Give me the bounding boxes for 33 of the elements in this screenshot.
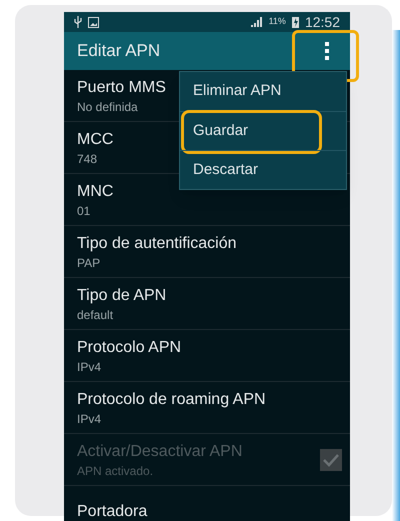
setting-summary: PAP xyxy=(77,254,100,270)
menu-item[interactable]: Guardar xyxy=(180,112,346,150)
battery-charging-icon xyxy=(292,16,299,28)
usb-icon xyxy=(74,16,82,28)
setting-title: Protocolo APN xyxy=(77,338,182,358)
setting-title: Portadora xyxy=(77,502,148,521)
more-icon xyxy=(325,42,329,60)
setting-title: Tipo de APN xyxy=(77,286,166,306)
setting-summary: IPv4 xyxy=(77,410,102,426)
setting-summary: No definida xyxy=(77,98,138,114)
setting-row[interactable]: Protocolo de roaming APN IPv4 xyxy=(64,382,350,434)
setting-summary: default xyxy=(77,306,114,322)
setting-title: Activar/Desactivar APN xyxy=(77,442,242,462)
screen-title: Editar APN xyxy=(77,40,162,62)
setting-row[interactable]: Tipo de APN default xyxy=(64,278,350,330)
setting-summary: 01 xyxy=(77,202,90,218)
setting-row[interactable]: Portadora xyxy=(64,486,350,521)
clock: 12:52 xyxy=(304,12,340,32)
image-icon xyxy=(88,16,99,28)
setting-summary: IPv4 xyxy=(77,358,102,374)
setting-title: Puerto MMS xyxy=(77,78,166,98)
setting-row[interactable]: Protocolo APN IPv4 xyxy=(64,330,350,382)
setting-title: Protocolo de roaming APN xyxy=(77,390,266,410)
battery-percent: 11% xyxy=(268,15,286,28)
setting-summary: APN activado. xyxy=(77,462,154,478)
setting-title: Tipo de autentificación xyxy=(77,234,237,254)
setting-row[interactable]: Tipo de autentificación PAP xyxy=(64,226,350,278)
signal-icon xyxy=(250,17,263,27)
setting-title: MCC xyxy=(77,130,114,150)
setting-title: MNC xyxy=(77,182,114,202)
setting-summary: 748 xyxy=(77,150,98,166)
menu-item[interactable]: Descartar xyxy=(180,151,346,189)
menu-item[interactable]: Eliminar APN xyxy=(180,72,346,111)
